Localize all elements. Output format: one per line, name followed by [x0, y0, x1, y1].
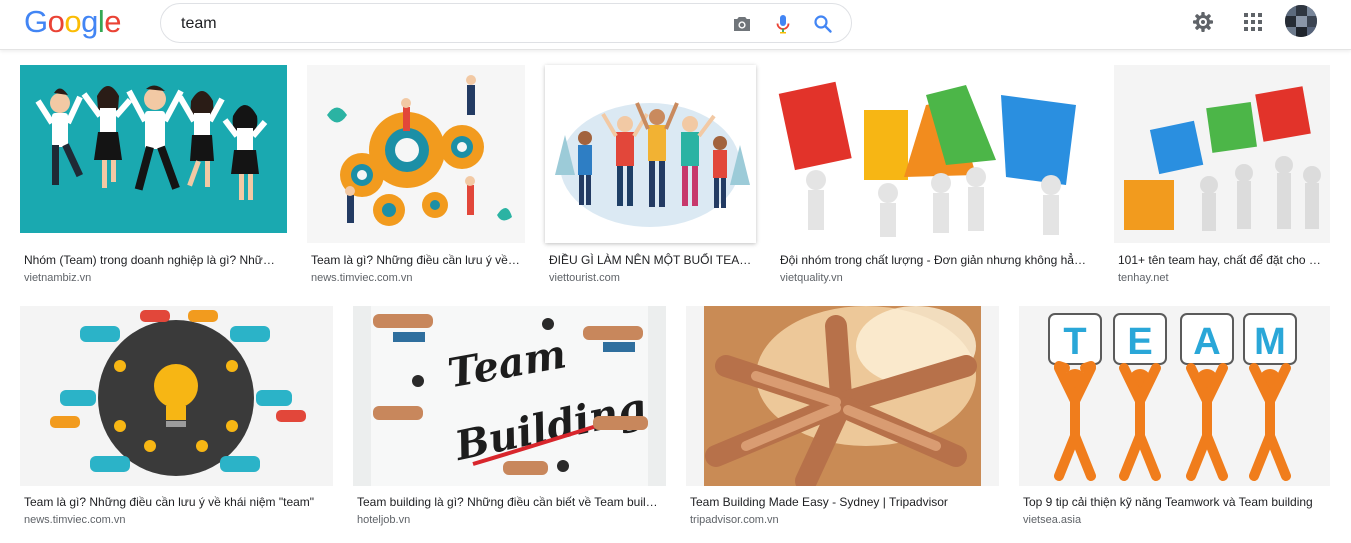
sign-letter: A	[1193, 321, 1220, 363]
result-source[interactable]: vietquality.vn	[780, 271, 1092, 285]
image-result[interactable]: Đội nhóm trong chất lượng - Đơn giản như…	[776, 65, 1094, 287]
image-result[interactable]: Team là gì? Những điều cần lưu ý về … ne…	[307, 65, 525, 287]
result-title[interactable]: Team là gì? Những điều cần lưu ý về khái…	[24, 495, 331, 510]
result-source[interactable]: news.timviec.com.vn	[311, 271, 523, 285]
sign-letter: T	[1063, 321, 1086, 363]
result-source[interactable]: news.timviec.com.vn	[24, 513, 331, 527]
google-logo[interactable]: Google	[24, 4, 122, 39]
result-thumbnail[interactable]	[307, 65, 525, 243]
image-result[interactable]: Team Building Made Easy - Sydney | Tripa…	[686, 306, 999, 528]
result-source[interactable]: viettourist.com	[549, 271, 756, 285]
top-bar: Google	[0, 0, 1351, 50]
gear-icon[interactable]	[1191, 10, 1215, 39]
image-result[interactable]: Team là gì? Những điều cần lưu ý về khái…	[20, 306, 333, 528]
result-thumbnail[interactable]: Team Building	[353, 306, 666, 486]
camera-icon[interactable]	[730, 12, 754, 36]
result-title[interactable]: Đội nhóm trong chất lượng - Đơn giản như…	[780, 253, 1092, 268]
image-result[interactable]: T E A M Top 9 tip cải thiện kỹ năng Team…	[1019, 306, 1330, 528]
result-title[interactable]: 101+ tên team hay, chất để đặt cho …	[1118, 253, 1328, 268]
result-title[interactable]: Nhóm (Team) trong doanh nghiệp là gì? Nh…	[24, 253, 283, 268]
result-thumbnail[interactable]	[20, 65, 287, 233]
logo-letter: G	[24, 4, 48, 39]
result-source[interactable]: tripadvisor.com.vn	[690, 513, 997, 527]
result-source[interactable]: hoteljob.vn	[357, 513, 664, 527]
image-result[interactable]: Nhóm (Team) trong doanh nghiệp là gì? Nh…	[20, 65, 287, 287]
logo-letter: e	[104, 4, 122, 39]
logo-letter: o	[47, 4, 65, 39]
apps-grid-icon[interactable]	[1241, 10, 1265, 39]
result-source[interactable]: vietsea.asia	[1023, 513, 1330, 527]
image-result[interactable]: 101+ tên team hay, chất để đặt cho … ten…	[1114, 65, 1330, 287]
sign-letter: E	[1127, 321, 1152, 363]
search-box[interactable]	[160, 3, 852, 43]
microphone-icon[interactable]	[771, 12, 795, 36]
result-title[interactable]: ĐIỀU GÌ LÀM NÊN MỘT BUỔI TEAM…	[549, 253, 756, 268]
image-result[interactable]: ĐIỀU GÌ LÀM NÊN MỘT BUỔI TEAM… viettouri…	[545, 65, 756, 287]
result-thumbnail[interactable]: T E A M	[1019, 306, 1330, 486]
logo-letter: g	[81, 4, 98, 39]
result-thumbnail[interactable]	[1114, 65, 1330, 243]
search-icon[interactable]	[811, 12, 835, 36]
image-result[interactable]: Team Building Team building là gì? Những…	[353, 306, 666, 528]
result-thumbnail[interactable]	[686, 306, 999, 486]
result-thumbnail[interactable]	[545, 65, 756, 243]
search-input[interactable]	[181, 13, 701, 35]
result-title[interactable]: Team Building Made Easy - Sydney | Tripa…	[690, 495, 997, 510]
result-title[interactable]: Team building là gì? Những điều cần biết…	[357, 495, 664, 510]
result-thumbnail[interactable]	[20, 306, 333, 486]
avatar[interactable]	[1285, 5, 1317, 37]
result-source[interactable]: vietnambiz.vn	[24, 271, 283, 285]
result-thumbnail[interactable]	[776, 65, 1094, 243]
logo-letter: o	[64, 4, 82, 39]
result-title[interactable]: Team là gì? Những điều cần lưu ý về …	[311, 253, 523, 268]
sign-letter: M	[1254, 321, 1286, 363]
result-title[interactable]: Top 9 tip cải thiện kỹ năng Teamwork và …	[1023, 495, 1330, 510]
result-source[interactable]: tenhay.net	[1118, 271, 1328, 285]
